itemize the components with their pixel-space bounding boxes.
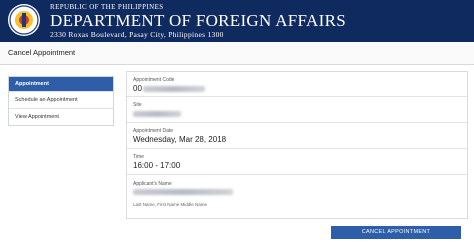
sidebar-item-appointment[interactable]: Appointment: [9, 77, 113, 91]
page-title: Cancel Appointment: [8, 48, 76, 57]
republic-label: REPUBLIC OF THE PHILIPPINES: [50, 3, 164, 11]
dfa-seal-icon: [8, 4, 40, 36]
appointment-date-label: Appointment Date: [133, 128, 174, 134]
applicant-name-label: Applicant's Name: [133, 181, 172, 187]
appointment-code-value: 00: [133, 84, 142, 93]
time-label: Time: [133, 154, 144, 160]
applicant-name-hint: Last Name, First Name Middle Name: [133, 202, 208, 207]
sidebar-item-schedule-appointment[interactable]: Schedule an Appointment: [9, 91, 113, 108]
appointment-details-panel: Appointment Code 00 Site Appointment Dat…: [126, 71, 468, 219]
department-title: DEPARTMENT OF FOREIGN AFFAIRS: [50, 11, 346, 30]
sidebar-item-view-appointment[interactable]: View Appointment: [9, 108, 113, 125]
site-label: Site: [133, 102, 142, 108]
site-field: Site: [127, 96, 467, 123]
cancel-appointment-button[interactable]: CANCEL APPOINTMENT: [331, 226, 461, 239]
sidebar-nav: Appointment Schedule an Appointment View…: [8, 76, 114, 126]
page-title-bar: Cancel Appointment: [0, 42, 474, 65]
redacted-code: [143, 86, 205, 92]
appointment-code-field: Appointment Code 00: [127, 72, 467, 96]
redacted-applicant-name: [133, 189, 233, 195]
department-address: 2330 Roxas Boulevard, Pasay City, Philip…: [50, 30, 224, 39]
time-field: Time 16:00 - 17:00: [127, 148, 467, 175]
time-value: 16:00 - 17:00: [133, 161, 181, 170]
header-banner: REPUBLIC OF THE PHILIPPINES DEPARTMENT O…: [0, 0, 474, 42]
appointment-code-label: Appointment Code: [133, 77, 175, 83]
redacted-site: [133, 111, 181, 117]
appointment-date-value: Wednesday, Mar 28, 2018: [133, 135, 227, 144]
appointment-date-field: Appointment Date Wednesday, Mar 28, 2018: [127, 122, 467, 149]
applicant-name-field: Applicant's Name Last Name, First Name M…: [127, 174, 467, 219]
